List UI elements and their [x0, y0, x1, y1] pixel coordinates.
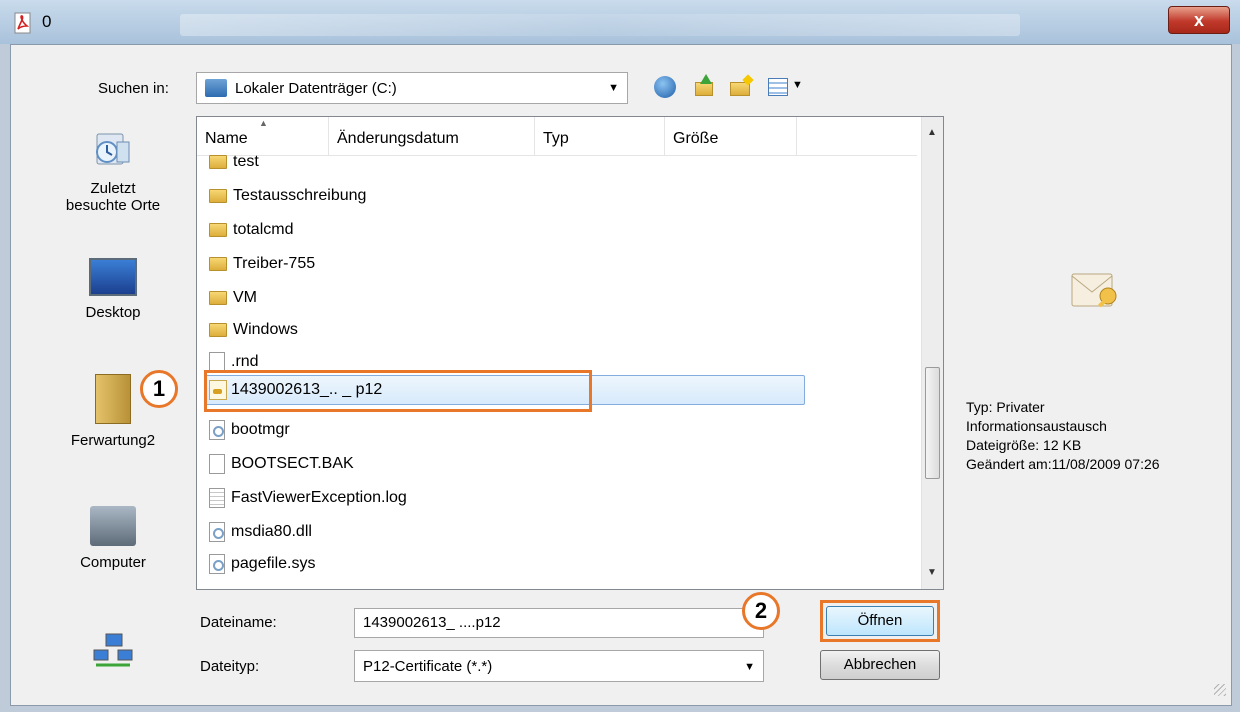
place-computer-label: Computer	[80, 554, 146, 571]
folder-icon	[209, 290, 227, 305]
look-in-value: Lokaler Datenträger (C:)	[235, 80, 397, 97]
folder-icon	[209, 256, 227, 271]
recent-places-icon	[93, 130, 133, 172]
chevron-down-icon[interactable]: ▼	[608, 82, 619, 94]
network-icon	[92, 632, 134, 670]
list-item[interactable]: Testausschreibung	[209, 181, 366, 211]
file-name: FastViewerException.log	[231, 489, 407, 506]
scroll-thumb[interactable]	[925, 367, 940, 479]
file-icon	[209, 351, 225, 372]
place-computer[interactable]: Computer	[38, 506, 188, 571]
up-folder-icon[interactable]	[693, 74, 715, 98]
title-bar	[0, 0, 1240, 44]
list-item[interactable]: totalcmd	[209, 215, 293, 245]
file-name: Treiber-755	[233, 255, 316, 272]
system-file-icon	[209, 419, 225, 440]
place-network[interactable]	[38, 632, 188, 678]
user-folder-icon	[95, 374, 131, 424]
look-in-label: Suchen in:	[98, 80, 169, 97]
filetype-value: P12-Certificate (*.*)	[363, 658, 493, 675]
preview-modified: Geändert am:11/08/2009 07:26	[966, 456, 1160, 472]
list-item[interactable]: test	[209, 147, 259, 177]
step2-badge: 2	[742, 592, 780, 630]
list-item[interactable]: FastViewerException.log	[209, 483, 407, 513]
back-icon[interactable]	[654, 76, 676, 98]
place-recent-line1: Zuletzt	[90, 180, 136, 197]
file-name: test	[233, 153, 259, 170]
place-desktop[interactable]: Desktop	[38, 258, 188, 321]
list-item[interactable]: VM	[209, 283, 257, 313]
preview-type: Typ: Privater	[966, 399, 1045, 415]
file-name: Testausschreibung	[233, 187, 367, 204]
vertical-scrollbar[interactable]: ▲ ▼	[921, 117, 943, 589]
filename-input[interactable]: 1439002613_ ....p12	[354, 608, 764, 638]
file-name: pagefile.sys	[231, 555, 316, 572]
preview-type-cont: Informationsaustausch	[966, 418, 1107, 434]
step2-highlight	[820, 600, 940, 642]
look-in-combo[interactable]: Lokaler Datenträger (C:) ▼	[196, 72, 628, 104]
folder-icon	[209, 322, 227, 337]
place-user-label: Ferwartung2	[70, 432, 156, 449]
list-item[interactable]: Windows	[209, 315, 298, 345]
step1-badge: 1	[140, 370, 178, 408]
filetype-label: Dateityp:	[200, 658, 260, 675]
place-recent-line2: besuchte Orte	[65, 197, 161, 214]
file-name: msdia80.dll	[231, 523, 312, 540]
file-icon	[209, 453, 225, 474]
list-item[interactable]: BOOTSECT.BAK	[209, 449, 354, 479]
folder-icon	[209, 154, 227, 169]
filetype-select[interactable]: P12-Certificate (*.*) ▼	[354, 650, 764, 682]
file-name: totalcmd	[233, 221, 294, 238]
column-size[interactable]: Größe	[665, 117, 797, 155]
window-title: 0	[42, 12, 52, 31]
system-file-icon	[209, 553, 225, 574]
place-recent[interactable]: Zuletzt besuchte Orte	[38, 130, 188, 214]
column-date[interactable]: Änderungsdatum	[329, 117, 535, 155]
chevron-down-icon[interactable]: ▼	[744, 661, 755, 673]
list-item[interactable]: bootmgr	[209, 415, 290, 445]
certificate-preview-icon	[1068, 262, 1124, 314]
desktop-icon	[89, 258, 137, 296]
filename-label: Dateiname:	[200, 614, 277, 631]
file-name: BOOTSECT.BAK	[231, 455, 354, 472]
column-name-label: Name	[205, 130, 248, 147]
cancel-button[interactable]: Abbrechen	[820, 650, 940, 680]
list-item[interactable]: Treiber-755	[209, 249, 315, 279]
filename-value: 1439002613_ ....p12	[363, 614, 501, 631]
place-desktop-label: Desktop	[85, 304, 141, 321]
preview-details: Typ: Privater Informationsaustausch Date…	[966, 398, 1160, 474]
folder-icon	[209, 188, 227, 203]
file-name: bootmgr	[231, 421, 290, 438]
drive-icon	[205, 79, 227, 97]
file-name: Windows	[233, 321, 298, 338]
close-button[interactable]: x	[1168, 6, 1230, 34]
title-blur	[180, 14, 1020, 36]
file-name: VM	[233, 289, 257, 306]
preview-size: Dateigröße: 12 KB	[966, 437, 1082, 453]
computer-icon	[90, 506, 136, 546]
sort-arrow-icon: ▲	[259, 118, 268, 128]
column-type[interactable]: Typ	[535, 117, 665, 155]
log-file-icon	[209, 487, 225, 508]
new-folder-icon[interactable]	[728, 74, 754, 98]
pdf-icon	[14, 12, 31, 34]
resize-grip[interactable]	[1214, 684, 1226, 696]
file-list[interactable]: Name ▲ Änderungsdatum Typ Größe test Tes…	[196, 116, 944, 590]
view-menu-icon[interactable]: ▼	[768, 78, 806, 98]
list-item[interactable]: pagefile.sys	[209, 549, 316, 579]
folder-icon	[209, 222, 227, 237]
file-name: .rnd	[231, 353, 259, 370]
list-item[interactable]: msdia80.dll	[209, 517, 312, 547]
column-header: Name ▲ Änderungsdatum Typ Größe	[197, 117, 917, 156]
scroll-down-icon[interactable]: ▼	[927, 567, 937, 578]
scroll-up-icon[interactable]: ▲	[927, 127, 937, 138]
system-file-icon	[209, 521, 225, 542]
step1-highlight	[204, 370, 592, 412]
